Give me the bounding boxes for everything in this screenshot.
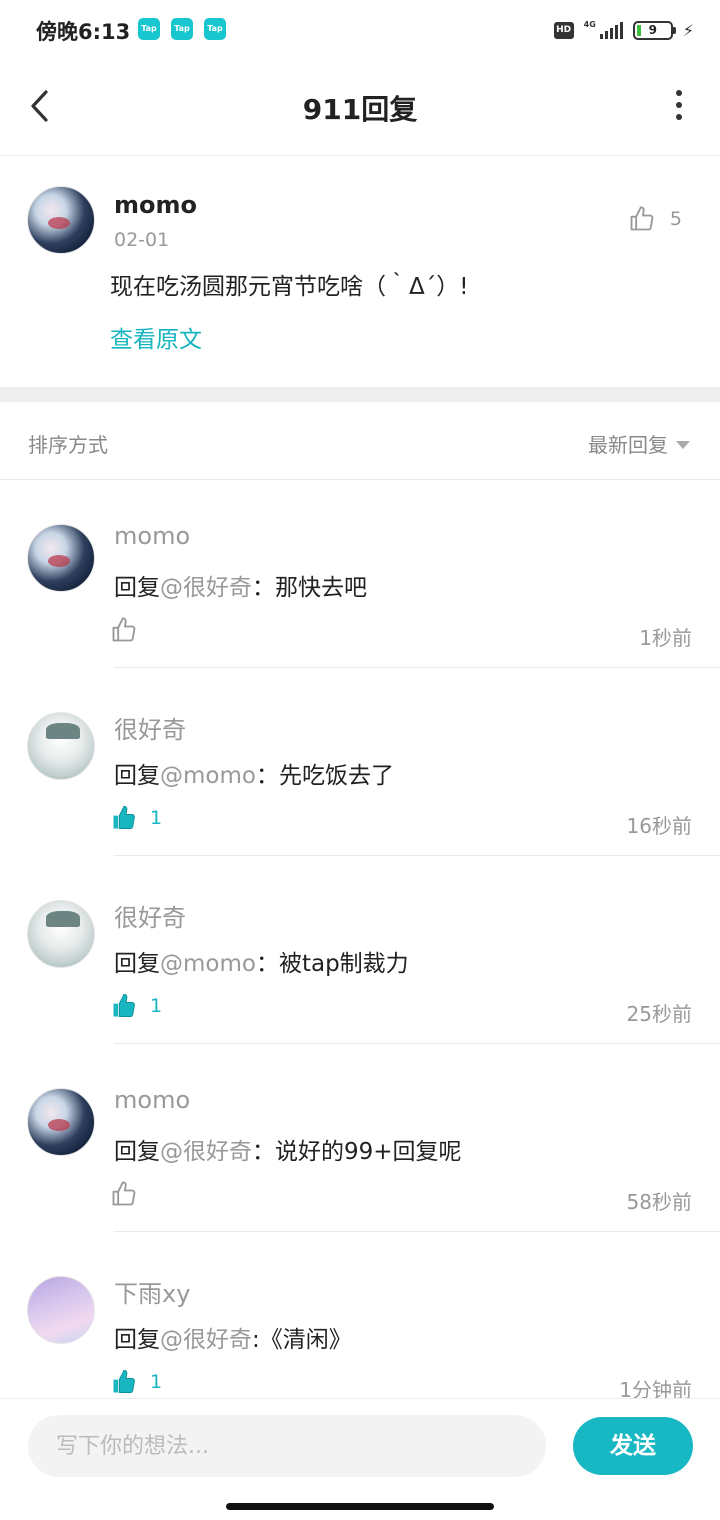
avatar[interactable] [27,1088,95,1156]
network-type: 4G [583,20,596,29]
comment-input[interactable] [28,1415,546,1477]
battery-icon: 9 [632,20,676,40]
page-title: 911回复 [302,93,418,126]
reply-item[interactable]: 很好奇回复@momo：先吃饭去了 1 16秒前 [0,668,720,856]
like-count: 1 [150,807,163,829]
view-original-link[interactable]: 查看原文 [110,320,202,354]
like-button[interactable]: 1 [110,804,162,832]
reply-body: ：那快去吧 [252,575,367,601]
reply-item[interactable]: momo 回复@很好奇：那快去吧 1秒前 [0,480,720,668]
home-indicator[interactable] [226,1503,494,1510]
like-button[interactable] [110,1180,150,1208]
reply-prefix: 回复 [114,1327,160,1353]
like-button[interactable]: 5 [628,205,682,233]
avatar[interactable] [27,186,95,254]
reply-body: ：说好的99+回复呢 [252,1139,462,1165]
reply-item[interactable]: 下雨xy 回复@很好奇:《清闲》 1 1分钟前 [0,1232,720,1420]
status-time: 傍晚6:13 [36,20,131,44]
reply-time: 58秒前 [626,1190,692,1214]
reply-author[interactable]: momo [114,1086,190,1114]
mention-link[interactable]: @momo [160,951,256,977]
reply-body: ：被tap制裁力 [255,951,409,977]
avatar[interactable] [27,900,95,968]
hd-icon: HD [553,21,574,39]
avatar[interactable] [27,524,95,592]
mention-link[interactable]: @很好奇 [160,1327,252,1353]
original-comment: momo 02-01 5 现在吃汤圆那元宵节吃啥（｀Δ´）! 查看原文 [0,157,720,387]
reply-item[interactable]: momo 回复@很好奇：说好的99+回复呢 58秒前 [0,1044,720,1232]
avatar[interactable] [27,712,95,780]
thumbs-up-icon [113,805,135,829]
like-button[interactable]: 1 [110,1368,162,1396]
reply-time: 1秒前 [639,626,692,650]
thumbs-up-icon [113,1369,135,1393]
author-name[interactable]: momo [114,191,197,219]
sort-bar: 排序方式 最新回复 [0,402,720,480]
thumbs-up-icon [630,206,654,231]
mention-link[interactable]: @很好奇 [160,1139,252,1165]
avatar[interactable] [27,1276,95,1344]
reply-body: :《清闲》 [252,1327,352,1353]
reply-time: 16秒前 [626,814,692,838]
caret-down-icon [676,440,690,449]
reply-body: ：先吃饭去了 [255,763,394,789]
sort-selected-value: 最新回复 [588,433,668,457]
reply-item[interactable]: 很好奇回复@momo：被tap制裁力 1 25秒前 [0,856,720,1044]
sort-label: 排序方式 [28,433,108,457]
reply-prefix: 回复 [114,575,160,601]
like-count: 5 [669,208,682,230]
app-header: 911回复 [0,60,720,156]
reply-author[interactable]: 很好奇 [114,898,186,933]
thumbs-up-icon [113,993,135,1017]
reply-author[interactable]: 下雨xy [114,1274,190,1309]
reply-prefix: 回复 [114,951,160,977]
post-date: 02-01 [114,229,170,251]
reply-author[interactable]: 很好奇 [114,710,186,745]
reply-text: 回复@momo：被tap制裁力 [114,944,409,978]
reply-time: 25秒前 [626,1002,692,1026]
like-button[interactable] [110,616,150,644]
comment-composer: 发送 [0,1398,720,1520]
thumbs-up-icon [112,617,136,642]
like-count: 1 [150,1371,163,1393]
mention-link[interactable]: @很好奇 [160,575,252,601]
tap-notification-icon: Tap [138,18,160,40]
tap-notification-icon: Tap [204,18,226,40]
like-button[interactable]: 1 [110,992,162,1020]
more-vertical-icon [676,90,682,96]
tap-notification-icon: Tap [171,18,193,40]
section-divider [0,387,720,402]
status-icons: HD 4G 9 ⚡ [553,17,694,43]
charging-icon: ⚡ [682,20,694,40]
reply-prefix: 回复 [114,1139,160,1165]
more-options-button[interactable] [674,90,684,120]
reply-text: 回复@很好奇:《清闲》 [114,1320,352,1354]
comment-text: 现在吃汤圆那元宵节吃啥（｀Δ´）! [110,274,469,300]
reply-text: 回复@momo：先吃饭去了 [114,756,394,790]
reply-text: 回复@很好奇：那快去吧 [114,568,367,602]
thumbs-up-icon [112,1181,136,1206]
status-bar: 傍晚6:13 Tap Tap Tap HD 4G 9 ⚡ [0,0,720,60]
sort-dropdown[interactable]: 最新回复 [588,429,690,458]
like-count: 1 [150,995,163,1017]
mention-link[interactable]: @momo [160,763,256,789]
signal-icon: 4G [584,21,623,39]
reply-prefix: 回复 [114,763,160,789]
reply-text: 回复@很好奇：说好的99+回复呢 [114,1132,462,1166]
send-button[interactable]: 发送 [573,1417,693,1475]
reply-author[interactable]: momo [114,522,190,550]
